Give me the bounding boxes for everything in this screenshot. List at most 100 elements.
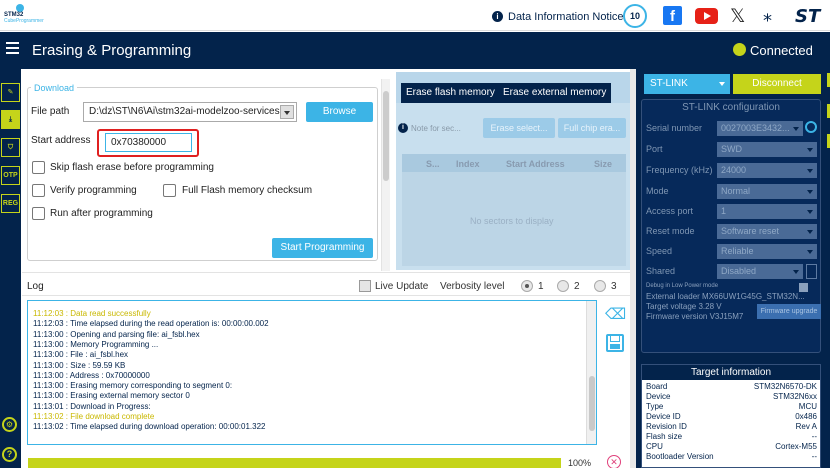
sidebar-reg-icon[interactable]: REG (1, 194, 20, 213)
verify-programming-checkbox[interactable] (32, 184, 45, 197)
refresh-icon[interactable] (805, 121, 817, 133)
chevron-down-icon (807, 250, 813, 254)
help-icon[interactable]: ? (2, 447, 17, 462)
tab-erase-external-memory[interactable]: Erase external memory (498, 83, 612, 103)
sidebar-download-icon[interactable]: ⤓ (1, 110, 20, 129)
verbosity-radio-2[interactable] (557, 280, 569, 292)
clear-log-broom-icon[interactable]: ⌫ (605, 305, 626, 325)
sidebar-shield-icon[interactable]: ⛉ (1, 138, 20, 157)
shared-select[interactable]: Disabled (717, 264, 803, 279)
download-scrollbar[interactable] (381, 79, 390, 271)
target-key-type: Type (646, 402, 664, 411)
log-scrollbar[interactable] (586, 301, 596, 444)
run-after-programming-checkbox[interactable] (32, 207, 45, 220)
start-programming-button[interactable]: Start Programming (272, 238, 373, 258)
access-port-select[interactable]: 1 (717, 204, 817, 219)
target-value-type: MCU (798, 402, 817, 411)
log-line: 11:13:02 : File download complete (33, 412, 155, 421)
stm32-cubeprogrammer-logo: STM32 CubeProgrammer (4, 4, 44, 26)
verbosity-radio-2-label: 2 (574, 281, 580, 292)
external-loader-info: External loader MX66UW1G45G_STM32N... (646, 292, 805, 301)
serial-number-select[interactable]: 0027003E3432... (717, 121, 803, 136)
shared-info-icon[interactable] (806, 264, 817, 279)
target-value-revision-id: Rev A (795, 422, 817, 431)
column-selected: S... (426, 159, 440, 169)
target-value-device: STM32N6xx (772, 392, 817, 401)
facebook-icon[interactable]: f (663, 6, 682, 25)
debug-low-power-label: Debug in Low Power mode (646, 283, 719, 289)
log-line: 11:13:00 : Erasing external memory secto… (33, 391, 190, 401)
access-port-label: Access port (646, 206, 694, 216)
network-icon[interactable]: ⁎ (763, 5, 772, 26)
chevron-down-icon (793, 270, 799, 274)
info-icon[interactable]: i (492, 11, 503, 22)
save-log-icon[interactable] (606, 334, 624, 352)
skip-flash-erase-checkbox[interactable] (32, 161, 45, 174)
chevron-down-icon (807, 210, 813, 214)
tab-erase-flash-memory[interactable]: Erase flash memory (401, 83, 500, 103)
scroll-thumb[interactable] (383, 91, 389, 181)
mode-value: Normal (721, 186, 751, 196)
x-twitter-icon[interactable]: 𝕏 (730, 5, 745, 27)
full-flash-checksum-checkbox[interactable] (163, 184, 176, 197)
data-information-notice-link[interactable]: Data Information Notice (508, 11, 624, 23)
scroll-thumb[interactable] (589, 376, 595, 431)
chevron-down-icon (807, 230, 813, 234)
anniversary-badge-icon[interactable]: 10 (623, 4, 647, 28)
sidebar-edit-icon[interactable]: ✎ (1, 83, 20, 102)
start-address-label: Start address (31, 135, 91, 146)
file-path-select[interactable]: D:\dz\ST\N6\Ai\stm32ai-modelzoo-services (83, 102, 297, 122)
browse-button[interactable]: Browse (306, 102, 373, 122)
progress-bar (28, 458, 561, 468)
live-update-checkbox[interactable] (359, 280, 371, 292)
shared-label: Shared (646, 266, 676, 276)
full-chip-erase-button[interactable]: Full chip era... (558, 118, 626, 138)
target-key-revision-id: Revision ID (646, 422, 687, 431)
youtube-icon[interactable] (695, 8, 718, 24)
frequency-select[interactable]: 24000 (717, 163, 817, 178)
firmware-upgrade-button[interactable]: Firmware upgrade (757, 304, 821, 319)
mode-label: Mode (646, 186, 669, 196)
verbosity-radio-3[interactable] (594, 280, 606, 292)
log-line: 11:12:03 : Time elapsed during the read … (33, 319, 269, 329)
target-voltage-info: Target voltage 3.28 V (646, 302, 722, 311)
file-path-value: D:\dz\ST\N6\Ai\stm32ai-modelzoo-services (89, 106, 280, 117)
log-line: 11:13:00 : Opening and parsing file: ai_… (33, 329, 200, 339)
start-address-input[interactable]: 0x70380000 (105, 133, 192, 152)
connection-status-label: Connected (750, 43, 813, 58)
chevron-down-icon (807, 148, 813, 152)
serial-number-label: Serial number (646, 123, 703, 133)
disconnect-button[interactable]: Disconnect (733, 74, 821, 94)
file-path-label: File path (31, 106, 70, 117)
reset-mode-label: Reset mode (646, 226, 695, 236)
speed-select[interactable]: Reliable (717, 244, 817, 259)
reset-mode-select[interactable]: Software reset (717, 224, 817, 239)
verbosity-radio-1[interactable] (521, 280, 533, 292)
log-line: 11:13:00 : Erasing memory corresponding … (33, 381, 233, 391)
shared-value: Disabled (721, 266, 757, 276)
verify-programming-label: Verify programming (50, 185, 137, 196)
settings-icon[interactable]: ⚙ (2, 417, 17, 432)
target-key-device: Device (646, 392, 671, 401)
hamburger-menu-icon[interactable] (6, 42, 19, 54)
target-value-bootloader-version: -- (811, 452, 817, 461)
st-logo-icon[interactable]: ST (795, 6, 829, 27)
target-value-cpu: Cortex-M55 (775, 442, 817, 451)
run-after-programming-label: Run after programming (50, 208, 153, 219)
right-edge-bar (822, 69, 830, 468)
mode-select[interactable]: Normal (717, 184, 817, 199)
sector-note: Note for sec... (411, 124, 461, 133)
target-value-device-id: 0x486 (795, 412, 817, 421)
debug-low-power-checkbox[interactable] (799, 283, 808, 292)
chevron-down-icon (807, 169, 813, 173)
cancel-icon[interactable]: ✕ (607, 455, 621, 468)
log-line: 11:13:00 : File : ai_fsbl.hex (33, 350, 129, 360)
log-line: 11:13:00 : Size : 59.59 KB (33, 360, 126, 370)
chevron-down-icon[interactable] (280, 105, 294, 119)
progress-percent: 100% (568, 458, 592, 468)
sidebar-otp-icon[interactable]: OTP (1, 166, 20, 185)
erase-selected-button[interactable]: Erase select... (483, 118, 555, 138)
interface-select[interactable]: ST-LINK (644, 74, 730, 94)
target-value-flash-size: -- (811, 432, 817, 441)
port-select[interactable]: SWD (717, 142, 817, 157)
